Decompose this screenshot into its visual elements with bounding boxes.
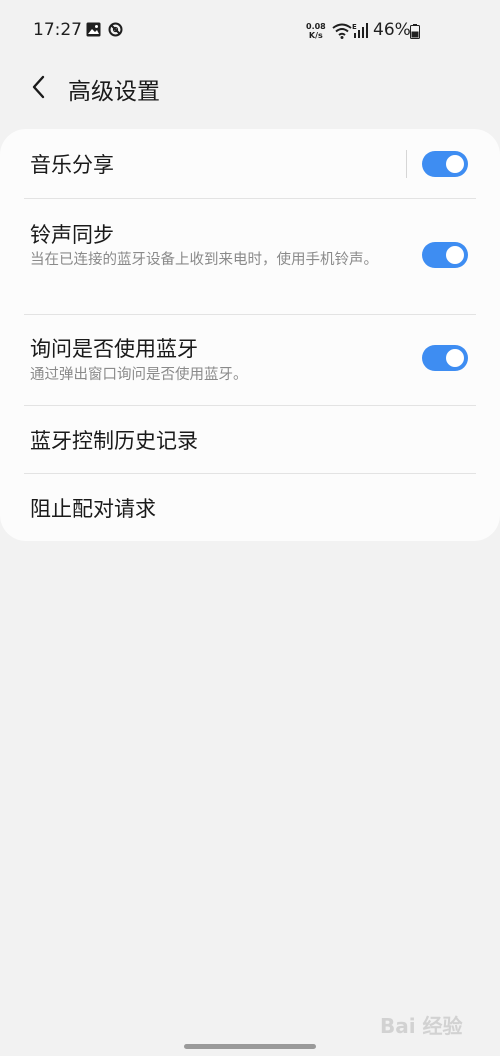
watermark: Bai 经验 xyxy=(380,1010,480,1040)
page-title: 高级设置 xyxy=(68,79,160,105)
setting-bluetooth-history[interactable]: 蓝牙控制历史记录 xyxy=(0,406,500,473)
network-speed-value: 0.08 xyxy=(306,22,326,31)
vertical-divider xyxy=(406,150,407,178)
chevron-left-icon[interactable] xyxy=(26,72,52,102)
header: 高级设置 xyxy=(0,60,500,116)
setting-ask-bluetooth[interactable]: 询问是否使用蓝牙 通过弹出窗口询问是否使用蓝牙。 xyxy=(0,315,500,405)
toggle-knob xyxy=(444,153,466,175)
setting-title: 询问是否使用蓝牙 xyxy=(30,337,198,361)
wifi-icon xyxy=(332,23,352,39)
watermark-text: Bai 经验 xyxy=(380,1014,463,1038)
network-speed-unit: K/s xyxy=(308,31,323,40)
blocked-icon xyxy=(108,22,123,37)
signal-label: E xyxy=(352,23,357,31)
setting-title: 蓝牙控制历史记录 xyxy=(30,429,198,453)
image-icon xyxy=(86,22,101,37)
setting-subtitle: 通过弹出窗口询问是否使用蓝牙。 xyxy=(30,367,248,383)
toggle-knob xyxy=(444,244,466,266)
status-bar: 17:27 0.08 K/s E 46% xyxy=(0,0,500,60)
ringtone-sync-toggle[interactable] xyxy=(422,242,468,268)
setting-ringtone-sync[interactable]: 铃声同步 当在已连接的蓝牙设备上收到来电时，使用手机铃声。 xyxy=(0,199,500,314)
screen: 17:27 0.08 K/s E 46% 高级设置 音乐分享 铃声同步 当在已连… xyxy=(0,0,500,1056)
setting-subtitle: 当在已连接的蓝牙设备上收到来电时，使用手机铃声。 xyxy=(30,252,378,268)
battery-icon xyxy=(410,24,420,39)
setting-block-pairing[interactable]: 阻止配对请求 xyxy=(0,474,500,541)
music-share-toggle[interactable] xyxy=(422,151,468,177)
network-speed: 0.08 K/s xyxy=(306,22,326,40)
setting-title: 铃声同步 xyxy=(30,223,114,247)
ask-bluetooth-toggle[interactable] xyxy=(422,345,468,371)
signal-icon: E xyxy=(352,23,368,38)
toggle-knob xyxy=(444,347,466,369)
settings-card: 音乐分享 铃声同步 当在已连接的蓝牙设备上收到来电时，使用手机铃声。 询问是否使… xyxy=(0,129,500,541)
setting-music-share[interactable]: 音乐分享 xyxy=(0,129,500,198)
status-time: 17:27 xyxy=(33,20,82,40)
home-indicator[interactable] xyxy=(184,1044,316,1049)
setting-title: 音乐分享 xyxy=(30,153,114,177)
battery-percent: 46% xyxy=(373,20,411,40)
setting-title: 阻止配对请求 xyxy=(30,497,156,521)
